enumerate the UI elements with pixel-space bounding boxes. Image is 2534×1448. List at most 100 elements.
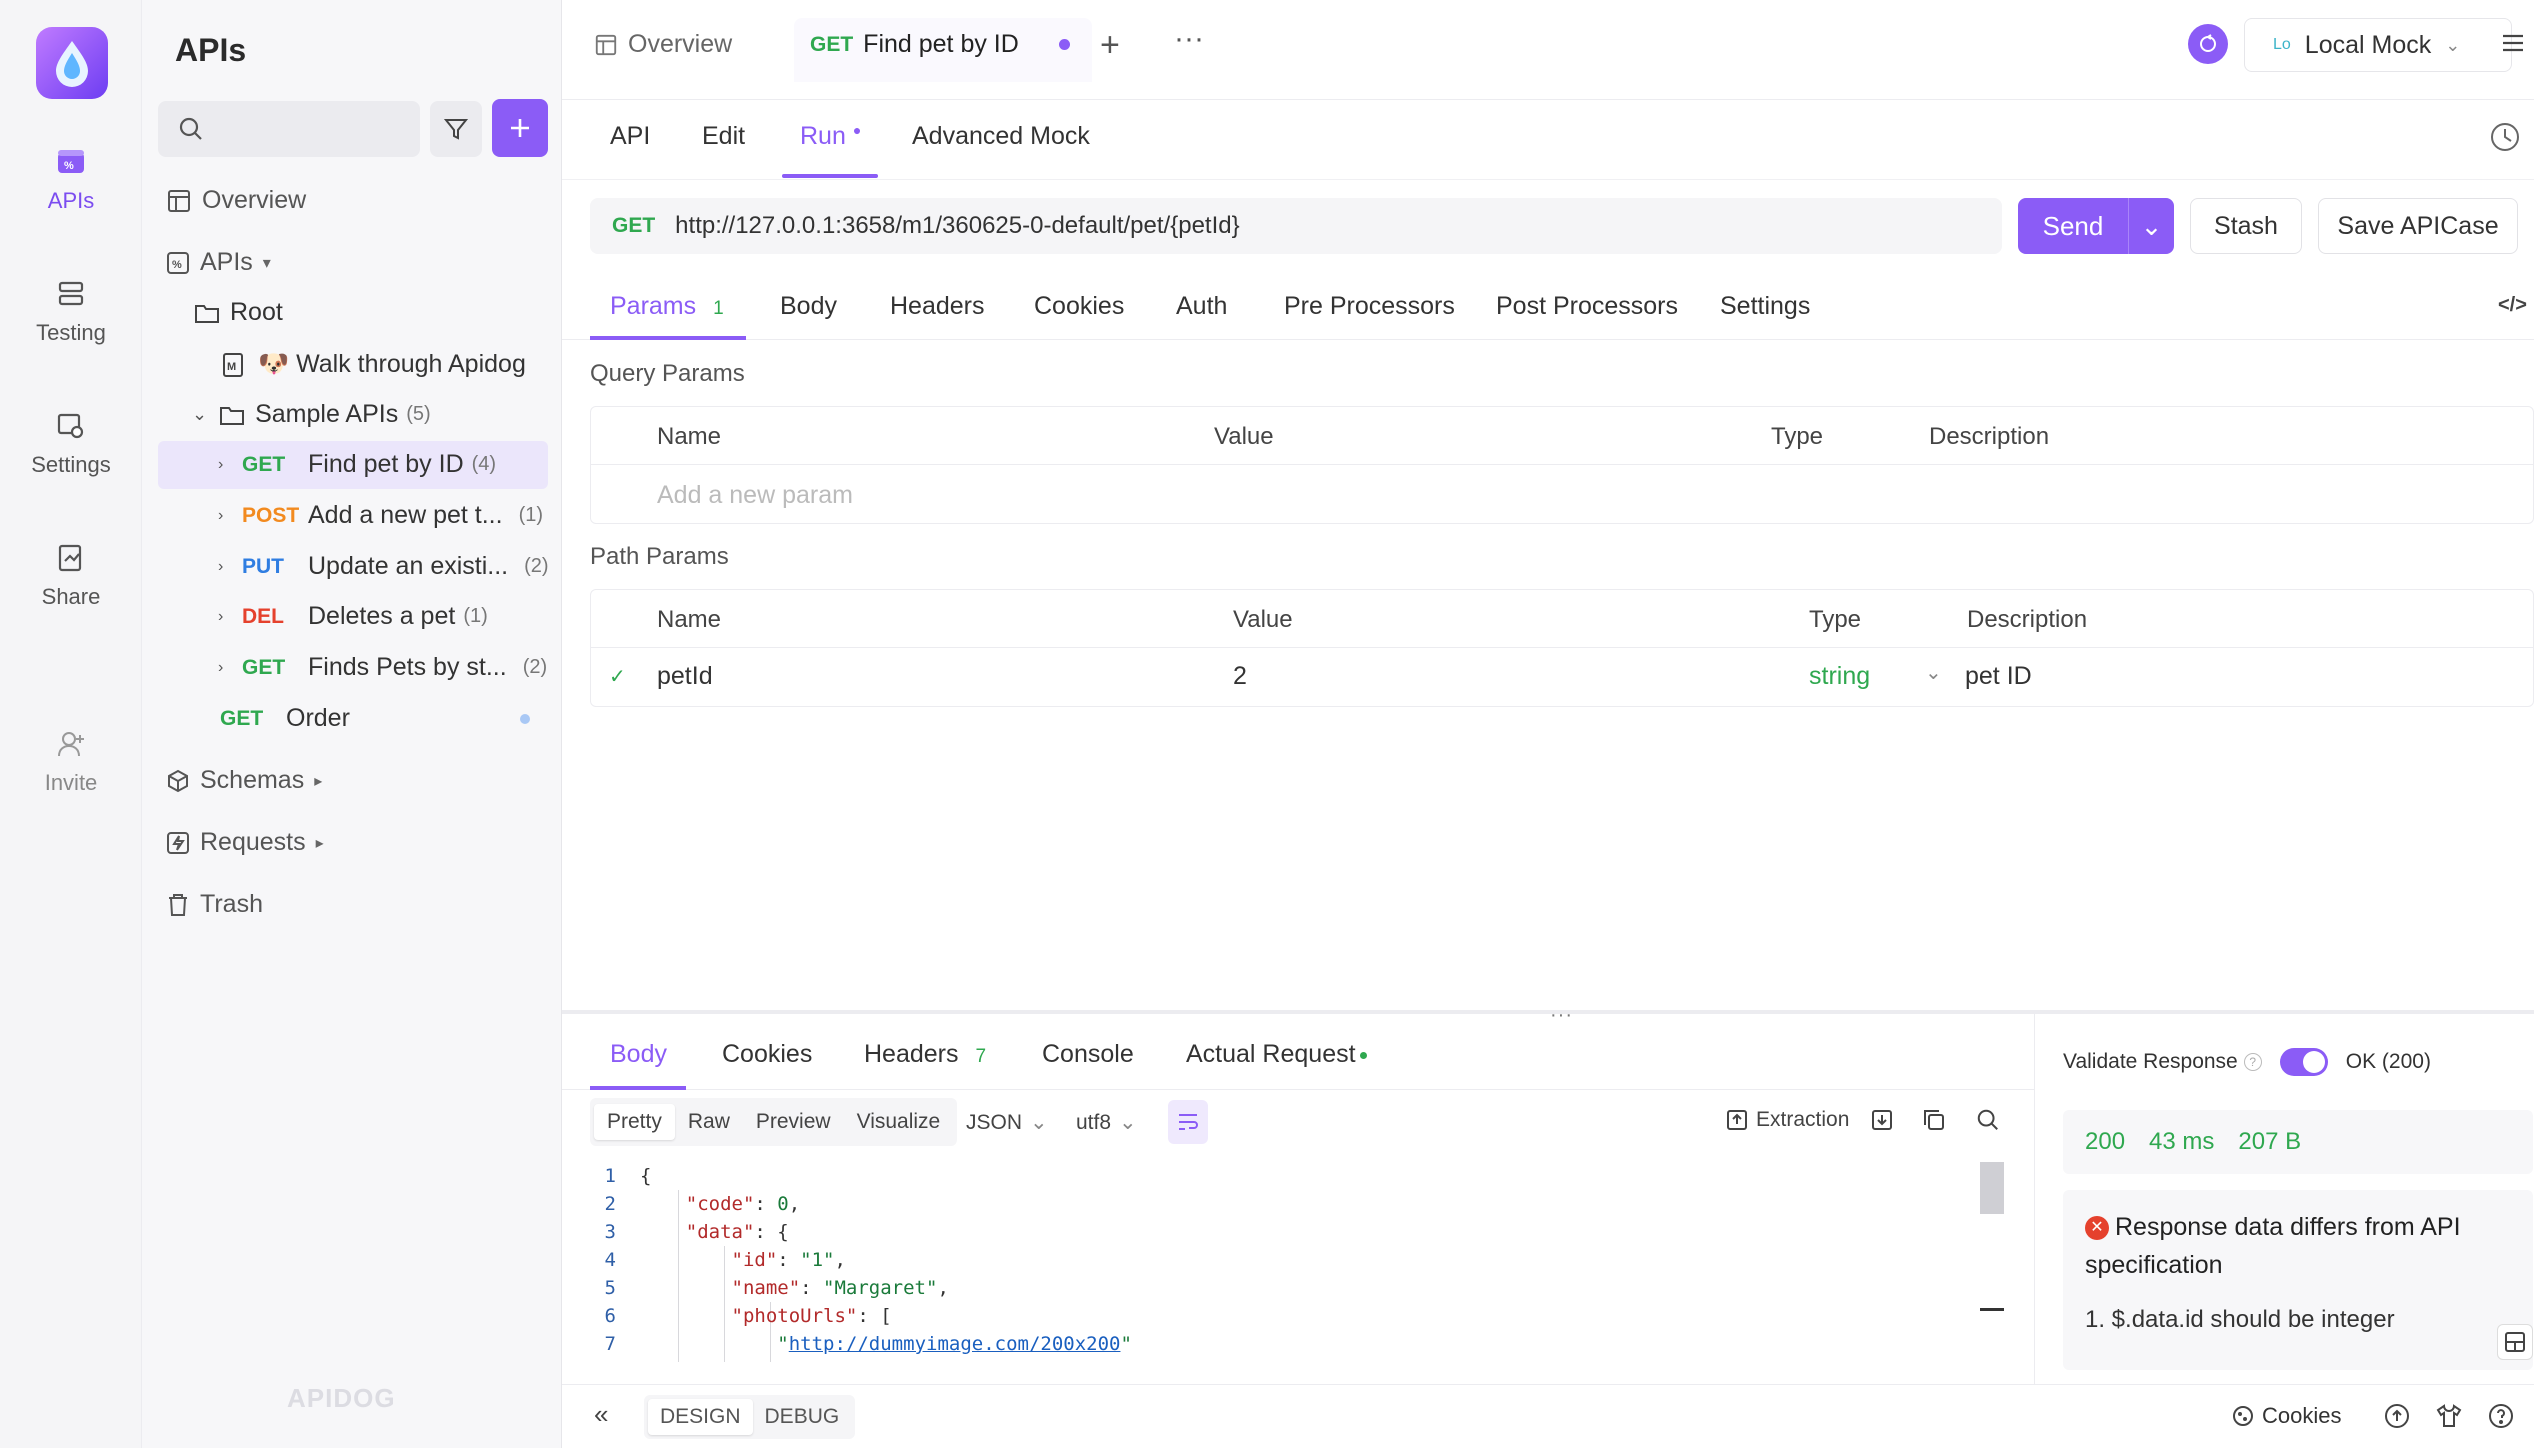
extraction-button[interactable]: Extraction [1726, 1108, 1849, 1132]
nav-overview[interactable]: Overview [166, 186, 306, 215]
nav-requests[interactable]: Requests ▸ [166, 828, 324, 857]
view-raw[interactable]: Raw [675, 1104, 743, 1140]
nav-trash[interactable]: Trash [166, 890, 263, 919]
nav-schemas[interactable]: Schemas ▸ [166, 766, 322, 795]
check-icon[interactable]: ✓ [609, 664, 626, 689]
nav-walkthrough[interactable]: M 🐶 Walk through Apidog [222, 350, 526, 379]
endpoint-row[interactable]: › POST Add a new pet t... (1) [218, 501, 543, 530]
tab-advanced-mock[interactable]: Advanced Mock [912, 122, 1090, 151]
add-param-input[interactable]: Add a new param [657, 481, 853, 510]
history-button[interactable] [2488, 120, 2522, 154]
send-label: Send [2042, 210, 2104, 241]
resp-tab-actual-request[interactable]: Actual Request [1186, 1040, 1367, 1069]
search-response-button[interactable] [1976, 1108, 2000, 1132]
cookies-button[interactable]: Cookies [2232, 1403, 2341, 1429]
debug-mode[interactable]: DEBUG [753, 1399, 852, 1435]
code-scrollbar[interactable] [1980, 1162, 2004, 1214]
help-button[interactable] [2488, 1403, 2514, 1429]
tab-pre-processors[interactable]: Pre Processors [1284, 292, 1455, 321]
tab-params[interactable]: Params 1 [610, 292, 724, 321]
view-visualize[interactable]: Visualize [844, 1104, 954, 1140]
search-input[interactable] [158, 101, 420, 157]
encoding-select[interactable]: utf8 ⌄ [1076, 1110, 1137, 1135]
nav-apis[interactable]: % APIs ▾ [166, 248, 271, 277]
status-select[interactable]: OK (200) [2346, 1050, 2431, 1074]
wrap-lines-button[interactable] [1168, 1100, 1208, 1144]
resp-tab-console[interactable]: Console [1042, 1040, 1134, 1069]
filter-button[interactable] [430, 101, 482, 157]
nav-schemas-label: Schemas [200, 766, 305, 794]
search-icon [1977, 1109, 1998, 1130]
sync-button[interactable] [2188, 24, 2228, 64]
url-input[interactable]: GET http://127.0.0.1:3658/m1/360625-0-de… [590, 198, 2002, 254]
stash-button[interactable]: Stash [2190, 198, 2302, 254]
endpoint-row[interactable]: › DEL Deletes a pet (1) [218, 602, 488, 631]
url-text[interactable]: http://127.0.0.1:3658/m1/360625-0-defaul… [675, 212, 1239, 240]
shirt-button[interactable] [2436, 1403, 2462, 1429]
tab-settings[interactable]: Settings [1720, 292, 1810, 321]
validate-toggle[interactable] [2279, 1048, 2328, 1076]
tab-post-processors[interactable]: Post Processors [1496, 292, 1678, 321]
code-gen-button[interactable]: </> [2498, 294, 2527, 317]
endpoint-name: Add a new pet t... [308, 501, 503, 529]
unsaved-dot [520, 713, 530, 724]
nav-root[interactable]: Root [194, 298, 283, 327]
apidog-logo[interactable] [36, 27, 108, 99]
copy-button[interactable] [1922, 1108, 1946, 1132]
resp-tab-body[interactable]: Body [610, 1040, 667, 1069]
plus-icon [511, 119, 529, 137]
more-tabs-button[interactable]: ··· [1174, 22, 1204, 56]
chevron-down-icon[interactable]: ⌄ [1925, 660, 1942, 685]
tab-run[interactable]: Run ● [800, 122, 861, 151]
url-method[interactable]: GET [612, 214, 655, 238]
tab-headers[interactable]: Headers [890, 292, 985, 321]
tab-overview[interactable]: Overview [594, 30, 732, 59]
response-body-code[interactable]: 1{ 2 "code": 0, 3 "data": { 4 "id": "1",… [590, 1162, 2006, 1362]
rail-invite[interactable]: Invite [0, 726, 142, 796]
resp-tab-cookies[interactable]: Cookies [722, 1040, 812, 1069]
tab-body[interactable]: Body [780, 292, 837, 321]
param-value[interactable]: 2 [1233, 662, 1247, 691]
param-name[interactable]: petId [657, 662, 713, 691]
format-select[interactable]: JSON ⌄ [966, 1110, 1048, 1135]
nav-sample-apis[interactable]: ⌄ Sample APIs (5) [192, 400, 431, 429]
save-apicase-button[interactable]: Save APICase [2318, 198, 2518, 254]
endpoint-row[interactable]: › GET Finds Pets by st... (2) [218, 653, 547, 682]
view-pretty[interactable]: Pretty [594, 1104, 675, 1140]
tab-api[interactable]: API [610, 122, 650, 151]
menu-button[interactable] [2500, 30, 2526, 56]
app-window: % APIs Testing Settings Share Invite API… [0, 0, 2534, 1448]
upload-button[interactable] [2384, 1403, 2410, 1429]
layout-toggle-button[interactable] [2497, 1324, 2533, 1360]
status-bar: « DESIGN DEBUG Cookies [562, 1384, 2534, 1448]
rail-settings[interactable]: Settings [0, 408, 142, 478]
design-mode[interactable]: DESIGN [648, 1399, 753, 1435]
rail-apis[interactable]: % APIs [0, 144, 142, 214]
endpoint-row[interactable]: › PUT Update an existi... (2) [218, 552, 549, 581]
send-button[interactable]: Send ⌄ [2018, 198, 2174, 254]
download-button[interactable] [1870, 1108, 1894, 1132]
nav-requests-label: Requests [200, 828, 306, 856]
requests-icon [167, 831, 189, 854]
environment-selector[interactable]: Lo Local Mock ⌄ [2244, 18, 2512, 72]
tab-auth[interactable]: Auth [1176, 292, 1227, 321]
rail-testing[interactable]: Testing [0, 276, 142, 346]
view-preview[interactable]: Preview [743, 1104, 844, 1140]
tab-cookies[interactable]: Cookies [1034, 292, 1124, 321]
add-button[interactable] [492, 99, 548, 157]
help-icon[interactable]: ? [2243, 1053, 2262, 1071]
tab-edit[interactable]: Edit [702, 122, 745, 151]
resp-tab-headers[interactable]: Headers 7 [864, 1040, 986, 1069]
param-description[interactable]: pet ID [1965, 662, 2032, 691]
send-dropdown[interactable]: ⌄ [2129, 211, 2174, 242]
new-tab-button[interactable]: + [1100, 26, 1120, 65]
method-badge: GET [220, 706, 264, 730]
param-type[interactable]: string [1809, 662, 1870, 691]
status-dot [1359, 1051, 1367, 1059]
collapse-sidebar-button[interactable]: « [594, 1399, 608, 1430]
endpoint-row[interactable]: › GET Find pet by ID (4) [218, 450, 496, 479]
rail-share[interactable]: Share [0, 540, 142, 610]
tab-find-pet[interactable]: GET Find pet by ID [810, 30, 1070, 59]
endpoint-row-order[interactable]: GET Order [220, 704, 540, 733]
chevron-down-icon: ⌄ [2445, 34, 2461, 55]
